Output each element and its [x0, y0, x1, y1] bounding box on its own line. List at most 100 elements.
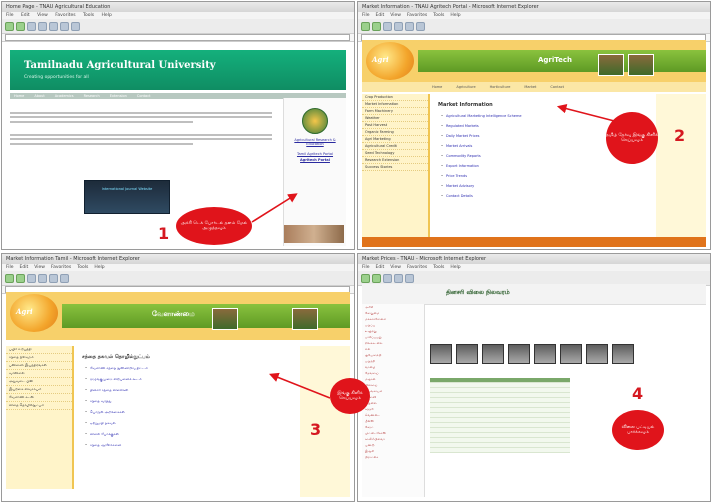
- journal-banner[interactable]: International Journal Website: [84, 180, 170, 214]
- search-icon[interactable]: [60, 273, 69, 283]
- menu-bar: File Edit View Favorites Tools Help: [2, 12, 354, 19]
- page-header: தினசரி விலை நிலவரம்: [362, 284, 706, 305]
- left-nav-item[interactable]: Weather: [362, 115, 428, 122]
- menu-help[interactable]: Help: [102, 13, 112, 18]
- callout-step-2: தமிழ் தேர்வு இங்கு கிளிக் செய்யவும்: [606, 112, 658, 164]
- nav-item[interactable]: Home: [432, 82, 442, 92]
- green-band: வேளாண்மை: [62, 304, 350, 330]
- menu-edit[interactable]: Edit: [21, 13, 30, 18]
- left-nav-item[interactable]: Market Information: [362, 101, 428, 108]
- left-nav-item[interactable]: Post Harvest: [362, 122, 428, 129]
- back-icon[interactable]: [5, 273, 14, 283]
- window-title: Market Information - TNAU Agritech Porta…: [358, 2, 710, 12]
- content-link[interactable]: சந்தை ஆலோசனை: [85, 443, 298, 448]
- content-link[interactable]: Price Trends: [441, 174, 650, 178]
- refresh-icon[interactable]: [394, 21, 403, 31]
- research-link[interactable]: Agricultural Research & Education: [286, 138, 344, 146]
- left-nav-item[interactable]: Research Extension: [362, 157, 428, 164]
- agritech-logo: Agri: [366, 42, 414, 80]
- left-nav-item[interactable]: Agri Marketing: [362, 136, 428, 143]
- menu-bar: File Edit View Favorites Tools Help: [2, 264, 354, 271]
- forward-icon[interactable]: [372, 21, 381, 31]
- menu-favorites[interactable]: Favorites: [55, 13, 75, 18]
- nav-item[interactable]: Horticulture: [490, 82, 511, 92]
- left-nav: Crop Production Market Information Farm …: [362, 94, 430, 237]
- refresh-icon[interactable]: [38, 21, 47, 31]
- content-link[interactable]: வேளாண் சந்தை நுண்ணறிவு திட்டம்: [85, 366, 298, 371]
- nav-item[interactable]: Extension: [110, 93, 127, 99]
- menu-view[interactable]: View: [37, 13, 48, 18]
- agritech-header: Agri AgriTech: [362, 40, 706, 82]
- left-nav-item[interactable]: விதை தொழில்நுட்பம்: [6, 402, 72, 410]
- nav-item[interactable]: Home: [14, 93, 24, 99]
- agritech-nav: Home Agriculture Horticulture Market Contact: [362, 82, 706, 92]
- market-photo: [612, 344, 634, 364]
- callout-step-1: அக்ரி டெக் போர்டல் தளம் மேல் அழுத்தவும்: [176, 207, 252, 245]
- forward-icon[interactable]: [16, 21, 25, 31]
- nav-item[interactable]: Research: [84, 93, 100, 99]
- farm-photo: [292, 308, 318, 330]
- menu-tools[interactable]: Tools: [83, 13, 94, 18]
- left-nav-item[interactable]: Crop Production: [362, 94, 428, 101]
- search-icon[interactable]: [60, 21, 69, 31]
- refresh-icon[interactable]: [38, 273, 47, 283]
- left-nav-item[interactable]: பண்ணை இயந்திரங்கள்: [6, 362, 72, 370]
- home-icon[interactable]: [49, 21, 58, 31]
- content-link[interactable]: பொருள் அறிக்கைகள்: [85, 410, 298, 415]
- commodity-link[interactable]: திராட்சை: [362, 454, 424, 460]
- left-nav-item[interactable]: Farm Machinery: [362, 108, 428, 115]
- agritech-portal-link[interactable]: Agritech Portal: [286, 158, 344, 162]
- favorites-icon[interactable]: [71, 21, 80, 31]
- nav-item[interactable]: Contact: [550, 82, 564, 92]
- content-link[interactable]: Contact Details: [441, 194, 650, 198]
- stop-icon[interactable]: [383, 21, 392, 31]
- left-nav-item[interactable]: பயிர் உற்பத்தி: [6, 346, 72, 354]
- content-heading: Market Information: [438, 102, 493, 108]
- site-subtitle: Creating opportunities for all: [24, 75, 89, 80]
- menu-file[interactable]: File: [6, 13, 14, 18]
- agritech-header: Agri வேளாண்மை: [6, 292, 350, 340]
- home-icon[interactable]: [405, 273, 414, 283]
- content-link[interactable]: தினசரி சந்தை விலைகள்: [85, 388, 298, 393]
- stop-icon[interactable]: [27, 21, 36, 31]
- content-link[interactable]: ஏற்றுமதி தகவல்: [85, 421, 298, 426]
- left-nav-item[interactable]: Agricultural Credit: [362, 143, 428, 150]
- left-nav-item[interactable]: Success Stories: [362, 164, 428, 171]
- left-nav-item[interactable]: இயற்கை விவசாயம்: [6, 386, 72, 394]
- left-nav-item[interactable]: Seed Technology: [362, 150, 428, 157]
- nav-item[interactable]: Market: [524, 82, 536, 92]
- farm-photo: [628, 54, 654, 76]
- left-nav-item[interactable]: அறுவடை பின்: [6, 378, 72, 386]
- back-icon[interactable]: [361, 21, 370, 31]
- left-nav-item[interactable]: வேளாண் கடன்: [6, 394, 72, 402]
- search-icon[interactable]: [416, 21, 425, 31]
- content-link[interactable]: விலை போக்குகள்: [85, 432, 298, 437]
- content-link[interactable]: ஒழுங்குமுறை விற்பனைக் கூடம்: [85, 377, 298, 382]
- address-input[interactable]: [5, 34, 350, 41]
- step-number-4: 4: [632, 384, 644, 403]
- nav-item[interactable]: About: [34, 93, 44, 99]
- nav-item[interactable]: Agriculture: [456, 82, 475, 92]
- left-nav-item[interactable]: சந்தை நிலவரம்: [6, 354, 72, 362]
- stop-icon[interactable]: [383, 273, 392, 283]
- forward-icon[interactable]: [16, 273, 25, 283]
- photo-thumbnail: [284, 225, 344, 243]
- content-link[interactable]: Market Advisory: [441, 184, 650, 188]
- left-nav-item[interactable]: Organic Farming: [362, 129, 428, 136]
- home-icon[interactable]: [405, 21, 414, 31]
- nav-item[interactable]: Contact: [137, 93, 151, 99]
- back-icon[interactable]: [5, 21, 14, 31]
- home-icon[interactable]: [49, 273, 58, 283]
- site-title: Tamilnadu Agricultural University: [24, 60, 216, 71]
- tamil-portal-link[interactable]: Tamil Agritech Portal: [286, 152, 344, 156]
- forward-icon[interactable]: [372, 273, 381, 283]
- right-pane: [656, 94, 706, 237]
- stop-icon[interactable]: [27, 273, 36, 283]
- back-icon[interactable]: [361, 273, 370, 283]
- content-link[interactable]: Export Information: [441, 164, 650, 168]
- left-nav-item[interactable]: வானிலை: [6, 370, 72, 378]
- address-bar: [2, 34, 354, 42]
- nav-item[interactable]: Academics: [55, 93, 74, 99]
- refresh-icon[interactable]: [394, 273, 403, 283]
- content-link[interactable]: சந்தை வரத்து: [85, 399, 298, 404]
